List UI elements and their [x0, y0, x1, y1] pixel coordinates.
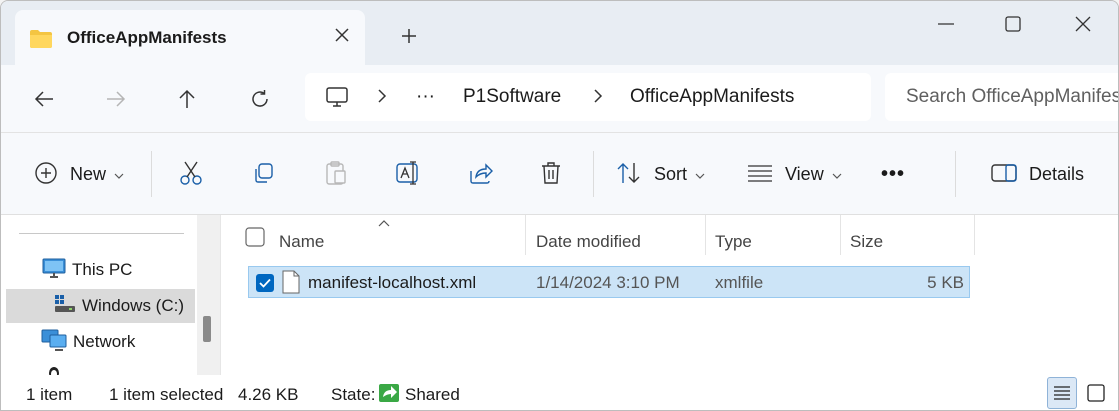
- large-icons-view-toggle-icon[interactable]: [1081, 377, 1111, 409]
- state-label: State:: [331, 385, 376, 404]
- sort-button[interactable]: Sort: [616, 155, 705, 193]
- command-bar: New Sort View ••• Details: [1, 133, 1118, 215]
- sidebar-item-label: Windows (C:): [82, 296, 185, 315]
- search-box[interactable]: Search OfficeAppManifests: [885, 73, 1118, 121]
- trash-icon: [540, 161, 562, 188]
- delete-button[interactable]: [540, 155, 562, 193]
- sidebar-scrollbar[interactable]: [197, 215, 221, 375]
- scissors-icon: [179, 160, 203, 189]
- breadcrumb-ellipsis[interactable]: ···: [416, 86, 435, 108]
- sort-ascending-icon: [378, 214, 390, 230]
- chevron-down-icon: [114, 166, 124, 182]
- column-header-date-modified[interactable]: Date modified: [536, 223, 641, 261]
- column-header-type[interactable]: Type: [715, 223, 752, 261]
- breadcrumb-officeappmanifests[interactable]: OfficeAppManifests: [630, 86, 794, 108]
- file-explorer-window: OfficeAppManifests ··· P1Software Office…: [0, 0, 1119, 411]
- refresh-icon[interactable]: [242, 81, 278, 117]
- monitor-icon[interactable]: [325, 86, 349, 111]
- details-pane-icon: [991, 163, 1017, 186]
- plus-circle-icon: [34, 161, 58, 188]
- sort-icon: [616, 161, 642, 188]
- state-value: Shared: [405, 385, 460, 404]
- sidebar-item-label: This PC: [72, 260, 133, 279]
- title-bar: OfficeAppManifests: [1, 1, 1118, 65]
- monitor-icon: [42, 258, 66, 283]
- copy-icon: [252, 161, 276, 188]
- tab-title: OfficeAppManifests: [67, 27, 227, 47]
- copy-button[interactable]: [252, 155, 276, 193]
- paste-button[interactable]: [324, 155, 348, 193]
- sort-label: Sort: [654, 163, 688, 184]
- maximize-icon[interactable]: [993, 9, 1033, 39]
- search-placeholder[interactable]: Search OfficeAppManifests: [906, 86, 1118, 108]
- toolbar-divider: [151, 151, 152, 197]
- column-divider[interactable]: [525, 215, 526, 255]
- new-tab-icon[interactable]: [397, 24, 421, 48]
- close-window-icon[interactable]: [1063, 9, 1103, 39]
- main-area: This PC Windows (C:) Network Name Date m…: [1, 215, 1118, 375]
- navigation-pane: This PC Windows (C:) Network: [1, 215, 197, 375]
- paste-icon: [324, 160, 348, 189]
- file-name[interactable]: manifest-localhost.xml: [308, 273, 476, 293]
- rename-button[interactable]: [395, 155, 421, 193]
- network-icon: [41, 329, 67, 356]
- more-options-icon: •••: [881, 162, 906, 185]
- up-arrow-icon[interactable]: [169, 81, 205, 117]
- details-view-toggle-icon[interactable]: [1047, 377, 1077, 409]
- details-button[interactable]: Details: [991, 155, 1084, 193]
- status-bar: 1 item 1 item selected 4.26 KB State: Sh…: [1, 375, 1118, 410]
- chevron-down-icon: [832, 166, 842, 182]
- breadcrumb-p1software[interactable]: P1Software: [463, 86, 561, 108]
- share-icon: [468, 161, 494, 188]
- column-divider[interactable]: [705, 215, 706, 255]
- view-list-icon: [747, 164, 773, 185]
- drive-icon: [54, 294, 76, 319]
- sidebar-item-label: Network: [73, 332, 136, 351]
- file-list: Name Date modified Type Size manifest-lo…: [221, 214, 1118, 375]
- sidebar-divider: [19, 233, 184, 234]
- column-divider[interactable]: [840, 215, 841, 255]
- column-divider[interactable]: [974, 215, 975, 255]
- folder-icon: [29, 29, 53, 48]
- selection-count: 1 item selected: [109, 385, 224, 404]
- select-all-checkbox[interactable]: [245, 227, 265, 250]
- address-bar[interactable]: ··· P1Software OfficeAppManifests: [305, 73, 871, 121]
- rename-icon: [395, 160, 421, 189]
- cut-button[interactable]: [179, 155, 203, 193]
- sidebar-item-this-pc[interactable]: This PC: [1, 253, 197, 287]
- more-options-button[interactable]: •••: [881, 155, 905, 193]
- details-label: Details: [1029, 163, 1085, 184]
- sidebar-item-network[interactable]: Network: [1, 325, 197, 359]
- toolbar-divider: [593, 151, 594, 197]
- view-label: View: [785, 163, 824, 184]
- file-date-modified: 1/14/2024 3:10 PM: [536, 273, 680, 292]
- sidebar-item-windows-c[interactable]: Windows (C:): [6, 289, 195, 323]
- minimize-icon[interactable]: [926, 9, 966, 39]
- new-label: New: [70, 163, 107, 184]
- breadcrumb-chevron-icon[interactable]: [377, 87, 387, 108]
- chevron-down-icon: [695, 166, 705, 182]
- breadcrumb-chevron-icon[interactable]: [593, 87, 603, 108]
- column-header-name[interactable]: Name: [279, 223, 324, 261]
- new-button[interactable]: New: [34, 155, 124, 193]
- column-header-size[interactable]: Size: [850, 223, 883, 261]
- tab-close-icon[interactable]: [331, 24, 353, 46]
- linux-icon: [47, 365, 61, 375]
- file-type: xmlfile: [715, 273, 764, 292]
- row-checkbox[interactable]: [255, 273, 275, 296]
- scrollbar-thumb[interactable]: [203, 316, 211, 342]
- back-arrow-icon[interactable]: [26, 81, 62, 117]
- toolbar-divider: [955, 151, 956, 197]
- file-icon: [282, 270, 300, 297]
- share-button[interactable]: [468, 155, 494, 193]
- shared-icon: [378, 381, 400, 406]
- item-count: 1 item: [26, 385, 73, 404]
- file-size: 5 KB: [927, 273, 964, 292]
- tab-active[interactable]: OfficeAppManifests: [15, 10, 365, 65]
- navigation-bar: ··· P1Software OfficeAppManifests Search…: [1, 65, 1118, 133]
- file-row[interactable]: manifest-localhost.xml 1/14/2024 3:10 PM…: [248, 266, 970, 298]
- forward-arrow-icon[interactable]: [98, 81, 134, 117]
- selection-size: 4.26 KB: [238, 385, 299, 404]
- view-button[interactable]: View: [747, 155, 842, 193]
